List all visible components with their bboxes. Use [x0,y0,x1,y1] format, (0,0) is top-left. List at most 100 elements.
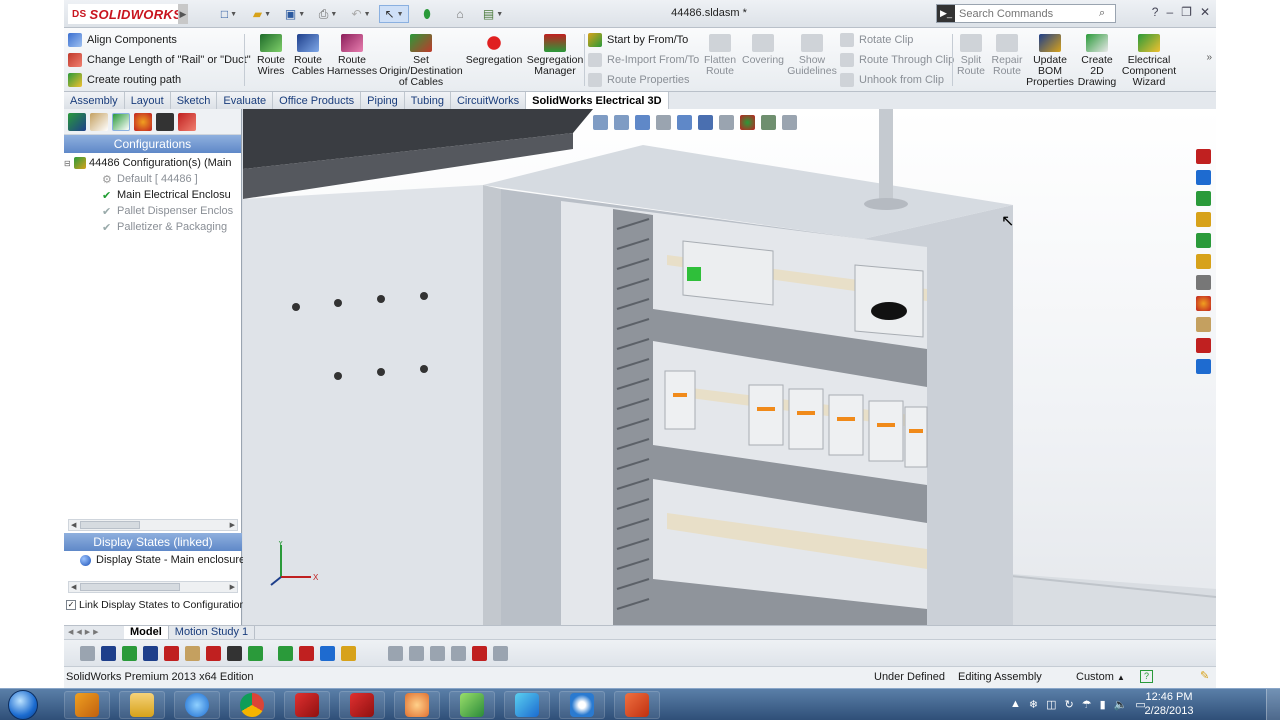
home-icon[interactable] [1196,212,1211,227]
align-components-button[interactable]: Align Components [68,30,238,50]
checkbox[interactable]: ✓ [66,600,76,610]
electrical-component-wizard-button[interactable]: Electrical Component Wizard [1120,34,1178,88]
tab-solidworks-electrical-3d[interactable]: SolidWorks Electrical 3D [526,92,669,109]
file-properties-button[interactable]: ⌂ [445,5,475,23]
scroll-right-icon[interactable]: ▶ [230,583,235,591]
rail-icon[interactable] [227,646,242,661]
display-state-item[interactable]: Display State - Main enclosure [80,554,245,566]
appearances-icon[interactable] [1196,296,1211,311]
select-button[interactable]: ↖ ▼ [379,5,409,23]
restore-icon[interactable]: ❐ [1181,5,1192,19]
scroll-thumb[interactable] [80,521,141,529]
report-icon[interactable] [341,646,356,661]
show-desktop-button[interactable] [1266,689,1280,720]
display-states-scrollbar[interactable]: ◀ ▶ [68,581,238,593]
undo-button[interactable]: ↶ ▼ [346,5,376,23]
set-origin-destination-button[interactable]: Set Origin/Destination of Cables [378,34,464,88]
design-library-icon[interactable] [1196,170,1211,185]
flatten-route-button[interactable]: Flatten Route [700,34,740,77]
apply-scene-icon[interactable] [761,115,776,130]
segregation-manager-button[interactable]: Segregation Manager [524,34,586,88]
taskbar-chrome[interactable] [229,691,275,719]
split-route-button[interactable]: Split Route [954,34,988,88]
rotate-clip-button[interactable]: Rotate Clip [840,30,954,50]
collapse-icon[interactable]: ⊟ [64,159,74,168]
tab-layout[interactable]: Layout [124,92,171,109]
expand-icon[interactable] [80,646,95,661]
start-button[interactable] [8,690,38,720]
route-through-clip-button[interactable]: Route Through Clip [840,50,954,70]
section-view-icon[interactable] [656,115,671,130]
section-icon[interactable] [409,646,424,661]
terminal-icon[interactable] [185,646,200,661]
tree-item[interactable]: ✔ Palletizer & Packaging [64,219,241,235]
rebuild-button[interactable]: ⬮ [412,5,442,23]
chevron-right-icon[interactable]: » [1206,52,1212,63]
create-2d-drawing-button[interactable]: Create 2D Drawing [1074,34,1120,88]
taskbar-outlook[interactable] [64,691,110,719]
tab-office-products[interactable]: Office Products [273,92,362,109]
edit-appearance-icon[interactable] [740,115,755,130]
open-button[interactable]: ▰ ▼ [247,5,277,23]
logo-menu-arrow-icon[interactable]: ▶ [178,4,188,24]
minimize-icon[interactable]: – [1166,5,1173,19]
sync-icon[interactable]: ↻ [1065,698,1074,711]
cable-icon[interactable] [206,646,221,661]
tab-piping[interactable]: Piping [361,92,405,109]
repair-route-button[interactable]: Repair Route [988,34,1026,88]
wire-icon[interactable] [122,646,137,661]
taskbar-solidworks[interactable] [339,691,385,719]
tab-scroll-arrows-icon[interactable]: ◀◀▶▶ [64,626,124,639]
duct-icon[interactable] [248,646,263,661]
taskbar-app-flower[interactable] [559,691,605,719]
close-icon[interactable]: ✕ [1200,5,1210,19]
view-orientation-icon[interactable] [677,115,692,130]
tree-item[interactable]: ⚙ Default [ 44486 ] [64,171,241,187]
tree-item[interactable]: ✔ Pallet Dispenser Enclos [64,203,241,219]
covering-button[interactable]: Covering [740,34,786,77]
tree-scrollbar[interactable]: ◀ ▶ [68,519,238,531]
file-explorer-icon[interactable] [1196,191,1211,206]
display-manager-icon[interactable] [134,113,152,131]
view-icon[interactable] [388,646,403,661]
search-input[interactable] [955,7,1099,20]
tree-item-active[interactable]: ✔ Main Electrical Enclosu [64,187,241,203]
hide-show-icon[interactable] [719,115,734,130]
graphics-area[interactable]: ↖ Y X [243,109,1216,625]
help-icon[interactable]: ? [1152,5,1159,19]
component-icon[interactable] [164,646,179,661]
network-icon[interactable]: ◫ [1046,698,1056,711]
zoom-to-area-icon[interactable] [614,115,629,130]
folder-icon[interactable] [1196,254,1211,269]
taskbar-app-green[interactable] [449,691,495,719]
tree-root[interactable]: ⊟ 44486 Configuration(s) (Main [64,155,241,171]
feature-tree-icon[interactable] [68,113,86,131]
custom-properties-icon[interactable] [1196,275,1211,290]
new-document-button[interactable]: □ ▼ [214,5,244,23]
scroll-right-icon[interactable]: ▶ [230,521,235,529]
taskbar-solidworks-2[interactable] [284,691,330,719]
start-by-from-to-button[interactable]: Start by From/To [588,30,699,50]
taskbar-powerpoint[interactable] [614,691,660,719]
options-button[interactable]: ▤ ▼ [478,5,508,23]
scroll-thumb[interactable] [80,583,181,591]
taskbar-ie[interactable] [174,691,220,719]
update-bom-properties-button[interactable]: Update BOM Properties [1026,34,1074,88]
route-properties-button[interactable]: Route Properties [588,70,699,90]
volume-icon[interactable]: 🔈 [1114,698,1128,711]
search-icon[interactable]: ⌕ [1099,7,1115,20]
app-tray-icon[interactable]: ☂ [1082,698,1092,711]
signal-icon[interactable]: ▮ [1100,698,1106,711]
tab-evaluate[interactable]: Evaluate [217,92,274,109]
taskbar-app-x[interactable] [504,691,550,719]
taskbar-app-paint[interactable] [394,691,440,719]
refresh-icon[interactable] [320,646,335,661]
taskbar-clock[interactable]: 12:46 PM 2/28/2013 [1138,690,1200,718]
previous-view-icon[interactable] [635,115,650,130]
electrical-manager-icon[interactable] [178,113,196,131]
save-button[interactable]: ▣ ▼ [280,5,310,23]
electrical-icon[interactable] [1196,317,1211,332]
tab-circuitworks[interactable]: CircuitWorks [450,92,527,109]
rebuild-status-icon[interactable]: ✎ [1200,669,1209,682]
tab-tubing[interactable]: Tubing [404,92,451,109]
